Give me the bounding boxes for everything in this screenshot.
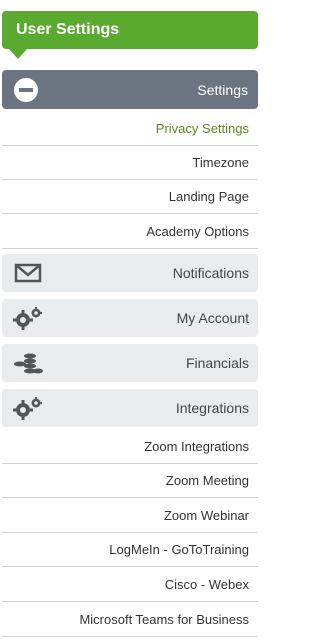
menu-item-academy-options[interactable]: Academy Options — [2, 215, 258, 249]
menu-item-label: Timezone — [192, 155, 249, 170]
menu-item-label: Zoom Meeting — [165, 473, 249, 488]
nav-group-financials[interactable]: Financials — [2, 344, 258, 382]
menu-item-zoom-webinar[interactable]: Zoom Webinar — [2, 499, 258, 533]
menu-item-zoom-integrations[interactable]: Zoom Integrations — [2, 430, 258, 464]
coins-icon — [14, 353, 43, 374]
menu-item-label: Microsoft Teams for Business — [79, 612, 249, 627]
nav-group-label: Financials — [185, 355, 249, 371]
settings-section-toggle[interactable]: Settings — [2, 70, 258, 109]
menu-item-label: Academy Options — [146, 224, 249, 239]
nav-group-label: Notifications — [172, 265, 249, 281]
nav-group-label: My Account — [176, 310, 249, 326]
minus-circle-icon[interactable] — [14, 78, 38, 102]
menu-item-label: Cisco - Webex — [164, 577, 249, 592]
menu-item-label: Landing Page — [168, 189, 249, 204]
menu-item-logmein-gototraining[interactable]: LogMeIn - GoToTraining — [2, 533, 258, 567]
menu-item-cisco-webex[interactable]: Cisco - Webex — [2, 568, 258, 602]
menu-item-label: Zoom Webinar — [163, 508, 249, 523]
menu-item-landing-page[interactable]: Landing Page — [2, 180, 258, 214]
menu-item-label: LogMeIn - GoToTraining — [109, 542, 249, 557]
gears-icon — [13, 397, 42, 420]
menu-item-timezone[interactable]: Timezone — [2, 146, 258, 180]
settings-section-label: Settings — [197, 81, 248, 98]
menu-item-privacy-settings[interactable]: Privacy Settings — [2, 112, 258, 146]
header-title: User Settings — [16, 21, 120, 38]
menu-item-zoom-meeting[interactable]: Zoom Meeting — [2, 464, 258, 498]
menu-item-microsoft-teams[interactable]: Microsoft Teams for Business — [2, 603, 258, 637]
envelope-icon — [14, 263, 42, 283]
nav-group-integrations[interactable]: Integrations — [2, 389, 258, 427]
nav-group-my-account[interactable]: My Account — [2, 299, 258, 337]
menu-item-label: Privacy Settings — [155, 121, 249, 136]
header-pointer — [9, 49, 27, 59]
nav-group-notifications[interactable]: Notifications — [2, 254, 258, 292]
gears-icon — [13, 307, 42, 330]
user-settings-header: User Settings — [2, 11, 258, 49]
nav-group-label: Integrations — [175, 400, 249, 416]
menu-item-label: Zoom Integrations — [144, 439, 249, 454]
